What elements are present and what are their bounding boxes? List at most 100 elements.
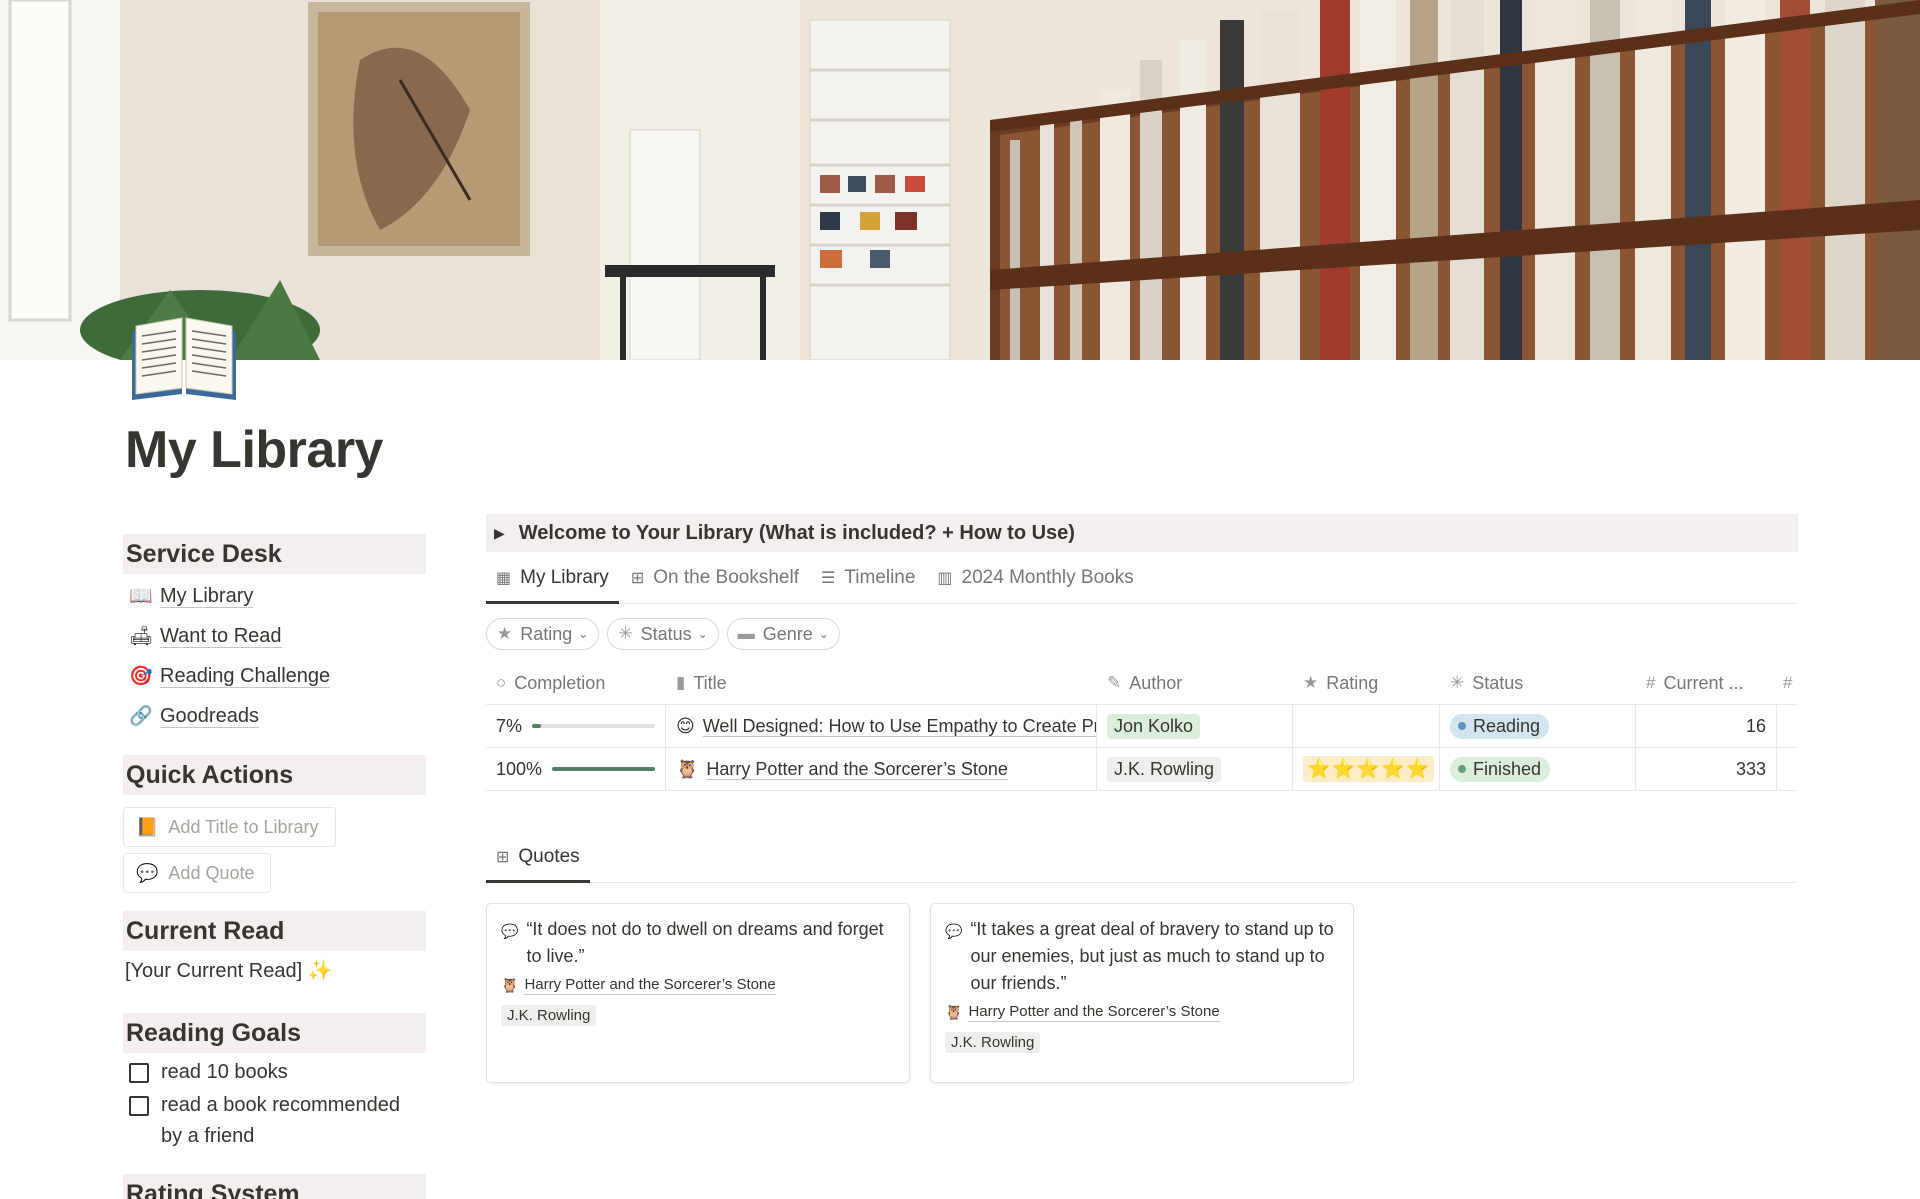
quote-card[interactable]: 💬 “It does not do to dwell on dreams and…: [486, 903, 910, 1083]
col-status[interactable]: ✳ Status: [1440, 662, 1636, 704]
filter-genre[interactable]: ▬ Genre ⌄: [726, 618, 840, 650]
col-author[interactable]: ✎ Author: [1097, 662, 1293, 704]
hash-icon: #: [1646, 673, 1656, 692]
completion-cell[interactable]: 7%: [486, 705, 666, 747]
gallery-icon: ⊞: [496, 848, 510, 866]
quick-actions-heading: Quick Actions: [123, 755, 426, 795]
goal-checkbox[interactable]: [129, 1063, 149, 1083]
current-page-cell[interactable]: 333: [1636, 748, 1777, 790]
sidebar: Service Desk 📖 My Library 🛋 Want to Read…: [123, 534, 426, 1199]
book-reading-icon: 📖: [129, 586, 153, 607]
tab-on-the-bookshelf[interactable]: ⊞ On the Bookshelf: [621, 552, 809, 603]
author-cell[interactable]: J.K. Rowling: [1097, 748, 1293, 790]
goal-checkbox[interactable]: [129, 1096, 149, 1116]
current-read-heading: Current Read: [123, 911, 426, 951]
quotes-gallery: 💬 “It does not do to dwell on dreams and…: [486, 903, 1798, 1083]
title-cell[interactable]: 😊 Well Designed: How to Use Empathy to C…: [666, 705, 1097, 747]
add-title-button[interactable]: 📙 Add Title to Library: [123, 807, 336, 847]
link-icon: 🔗: [129, 706, 153, 727]
sidebar-link-goodreads[interactable]: 🔗 Goodreads: [123, 696, 426, 736]
author-cell[interactable]: Jon Kolko: [1097, 705, 1293, 747]
quote-book[interactable]: 🦉 Harry Potter and the Sorcerer’s Stone: [501, 976, 895, 995]
toggle-arrow-icon: ▶: [494, 524, 505, 541]
speech-bubble-icon: 💬: [501, 923, 519, 939]
sidebar-link-my-library[interactable]: 📖 My Library: [123, 576, 426, 616]
open-book-icon[interactable]: [128, 312, 240, 402]
table-row[interactable]: 7% 😊 Well Designed: How to Use Empathy t…: [486, 705, 1798, 748]
quotes-view-tabs: ⊞ Quotes: [486, 831, 1798, 883]
extra-cell[interactable]: [1777, 705, 1798, 747]
quote-book[interactable]: 🦉 Harry Potter and the Sorcerer’s Stone: [945, 1003, 1339, 1022]
welcome-toggle[interactable]: ▶ Welcome to Your Library (What is inclu…: [486, 514, 1798, 552]
sidebar-link-want-to-read[interactable]: 🛋 Want to Read: [123, 616, 426, 656]
tab-2024-monthly-books[interactable]: ▥ 2024 Monthly Books: [927, 552, 1143, 603]
sidebar-link-reading-challenge[interactable]: 🎯 Reading Challenge: [123, 656, 426, 696]
chevron-down-icon: ⌄: [818, 627, 829, 641]
tab-quotes[interactable]: ⊞ Quotes: [486, 831, 590, 883]
table-row[interactable]: 100% 🦉 Harry Potter and the Sorcerer’s S…: [486, 748, 1798, 791]
page-title: My Library: [125, 421, 383, 479]
owl-icon: 🦉: [945, 1004, 963, 1020]
filter-bar: ★ Rating ⌄ ✳ Status ⌄ ▬ Genre ⌄: [486, 618, 1798, 650]
col-rating[interactable]: ★ Rating: [1293, 662, 1440, 704]
page-icon: ▮: [676, 673, 686, 692]
status-cell[interactable]: Reading: [1440, 705, 1636, 747]
owl-icon: 🦉: [501, 977, 519, 993]
service-desk-heading: Service Desk: [123, 534, 426, 574]
add-quote-button[interactable]: 💬 Add Quote: [123, 853, 272, 893]
rating-cell[interactable]: ⭐⭐⭐⭐⭐: [1293, 748, 1440, 790]
col-title[interactable]: ▮ Title: [666, 662, 1097, 704]
target-icon: 🎯: [129, 666, 153, 687]
title-cell[interactable]: 🦉 Harry Potter and the Sorcerer’s Stone: [666, 748, 1097, 790]
smile-icon: 😊: [676, 715, 695, 736]
goal-item: read a book recommended by a friend: [123, 1090, 423, 1152]
speech-bubble-icon: 💬: [945, 923, 963, 939]
status-badge: Reading: [1450, 713, 1550, 739]
completion-cell[interactable]: 100%: [486, 748, 666, 790]
table-icon: ▦: [496, 569, 512, 587]
rating-system-heading: Rating System: [123, 1174, 426, 1199]
filter-rating[interactable]: ★ Rating ⌄: [486, 618, 600, 650]
cover-image: [0, 0, 1920, 360]
timeline-icon: ☰: [820, 569, 836, 587]
board-icon: ▥: [937, 569, 953, 587]
author-tag: J.K. Rowling: [1107, 756, 1222, 782]
filter-status[interactable]: ✳ Status ⌄: [607, 618, 719, 650]
circle-icon: ○: [496, 673, 507, 692]
tab-my-library[interactable]: ▦ My Library: [486, 552, 619, 604]
status-icon: ✳: [618, 624, 633, 643]
quote-author-tag: J.K. Rowling: [945, 1032, 1041, 1053]
pen-icon: ✎: [1107, 673, 1122, 692]
tab-timeline[interactable]: ☰ Timeline: [811, 552, 925, 603]
col-current[interactable]: # Current ...: [1636, 662, 1777, 704]
orange-book-icon: 📙: [136, 816, 159, 837]
chevron-down-icon: ⌄: [578, 627, 589, 641]
col-completion[interactable]: ○ Completion: [486, 662, 666, 704]
library-view-tabs: ▦ My Library ⊞ On the Bookshelf ☰ Timeli…: [486, 552, 1798, 604]
goal-item: read 10 books: [123, 1057, 426, 1088]
current-read-text[interactable]: [Your Current Read] ✨: [123, 951, 426, 991]
star-rating: ⭐⭐⭐⭐⭐: [1303, 756, 1435, 782]
quote-text: “It does not do to dwell on dreams and f…: [526, 919, 884, 966]
status-icon: ✳: [1450, 673, 1465, 692]
star-icon: ★: [1303, 673, 1319, 692]
quote-card[interactable]: 💬 “It takes a great deal of bravery to s…: [930, 903, 1354, 1083]
hash-icon: #: [1783, 673, 1793, 692]
status-cell[interactable]: Finished: [1440, 748, 1636, 790]
quote-author-tag: J.K. Rowling: [501, 1005, 597, 1026]
extra-cell[interactable]: [1777, 748, 1798, 790]
main-content: ▶ Welcome to Your Library (What is inclu…: [486, 514, 1798, 1083]
table-header: ○ Completion ▮ Title ✎ Author ★ Rating ✳ Stat…: [486, 662, 1798, 705]
speech-bubble-icon: 💬: [136, 862, 159, 883]
rating-cell[interactable]: [1293, 705, 1440, 747]
author-tag: Jon Kolko: [1107, 713, 1201, 739]
progress-bar: [552, 767, 655, 771]
owl-icon: 🦉: [676, 758, 699, 779]
gallery-icon: ⊞: [630, 569, 645, 587]
col-more[interactable]: #: [1777, 662, 1798, 704]
star-icon: ★: [497, 624, 513, 643]
status-badge: Finished: [1450, 756, 1551, 782]
current-page-cell[interactable]: 16: [1636, 705, 1777, 747]
quote-text: “It takes a great deal of bravery to sta…: [970, 919, 1334, 993]
chevron-down-icon: ⌄: [697, 627, 708, 641]
